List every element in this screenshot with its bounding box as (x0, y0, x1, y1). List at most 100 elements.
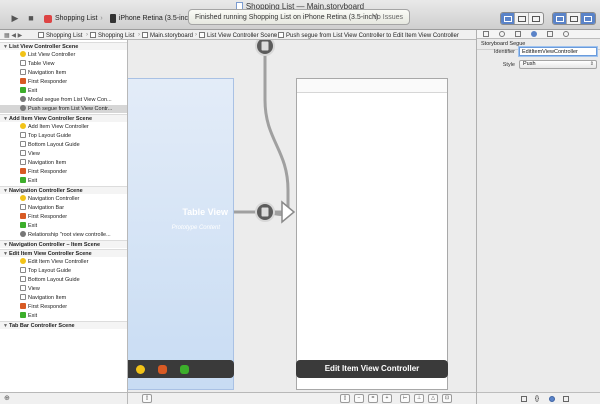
jumpbar-item-project[interactable]: Shopping List (38, 32, 82, 39)
resolve-issues-icon[interactable]: △ (428, 394, 438, 403)
scheme-name: Shopping List (55, 15, 98, 22)
jumpbar-item-group[interactable]: Shopping List (90, 32, 134, 39)
outline-item-row[interactable]: Bottom Layout Guide (0, 141, 127, 149)
outline-row-label: Exit (28, 313, 38, 319)
stop-button[interactable]: ■ (24, 12, 38, 24)
outline-scene-row[interactable]: ▼Tab Bar Controller Scene (0, 321, 127, 329)
style-value: Push (523, 61, 536, 67)
issues-count[interactable]: No Issues (372, 14, 403, 21)
storyboard-canvas[interactable]: Table View Prototype Content Edit Item V… (128, 40, 476, 392)
outline-item-row[interactable]: Exit (0, 222, 127, 230)
outline-scene-row[interactable]: ▼Navigation Controller – Item Scene (0, 240, 127, 248)
outline-item-row[interactable]: Modal segue from List View Con... (0, 96, 127, 104)
outline-item-row[interactable]: Table View (0, 60, 127, 68)
outline-item-row[interactable]: First Responder (0, 78, 127, 86)
outline-item-row[interactable]: Navigation Bar (0, 204, 127, 212)
connections-inspector-icon[interactable] (563, 31, 569, 37)
navigator-toggle-icon[interactable] (553, 13, 567, 24)
identifier-label: Identifier (493, 49, 515, 55)
zoom-in-icon[interactable]: + (382, 394, 392, 403)
exit-icon (20, 312, 26, 318)
view-object-icon (20, 141, 26, 147)
outline-item-row[interactable]: First Responder (0, 168, 127, 176)
chevron-right-icon: › (274, 32, 276, 38)
outline-row-label: Exit (28, 88, 38, 94)
outline-scene-row[interactable]: ▼List View Controller Scene (0, 42, 127, 50)
outline-item-row[interactable]: View (0, 150, 127, 158)
view-object-icon (20, 276, 26, 282)
zoom-out-icon[interactable]: − (354, 394, 364, 403)
outline-item-row[interactable]: Navigation Controller (0, 195, 127, 203)
editor-mode-segment[interactable] (500, 12, 544, 25)
chevron-right-icon: › (100, 15, 103, 22)
related-items-icon[interactable]: ▦ ◀ ▶ (4, 32, 22, 39)
view-controller-icon (20, 195, 26, 201)
segue-icon (20, 96, 26, 102)
outline-item-row[interactable]: Navigation Item (0, 69, 127, 77)
run-button[interactable]: ▶ (8, 12, 22, 24)
outline-item-row[interactable]: Navigation Item (0, 294, 127, 302)
first-responder-icon (20, 303, 26, 309)
form-factor-icon[interactable]: ▯ (340, 394, 350, 403)
outline-row-label: List View Controller Scene (9, 44, 79, 50)
outline-item-row[interactable]: Exit (0, 177, 127, 185)
outline-scene-row[interactable]: ▼Edit Item View Controller Scene (0, 249, 127, 257)
filter-icon[interactable]: ⊕ (4, 394, 10, 402)
outline-row-label: Navigation Controller (28, 196, 80, 202)
outline-item-row[interactable]: Add Item View Controller (0, 123, 127, 131)
resizing-icon[interactable]: ⊡ (442, 394, 452, 403)
outline-row-label: Navigation Controller – Item Scene (9, 242, 101, 248)
outline-item-row[interactable]: List View Controller (0, 51, 127, 59)
document-outline: ▼List View Controller Scene List View Con… (0, 40, 128, 392)
outline-item-row[interactable]: Navigation Item (0, 159, 127, 167)
utilities-toggle-icon[interactable] (581, 13, 595, 24)
media-library-icon[interactable] (563, 396, 569, 402)
outline-scene-row[interactable]: ▼Navigation Controller Scene (0, 186, 127, 194)
file-template-icon[interactable] (521, 396, 527, 402)
view-object-icon (20, 150, 26, 156)
pin-icon[interactable]: ⊥ (414, 394, 424, 403)
outline-row-label: Navigation Item (28, 160, 67, 166)
hide-outline-icon[interactable]: ▯ (142, 394, 152, 403)
segue-icon (20, 231, 26, 237)
outline-item-row[interactable]: First Responder (0, 213, 127, 221)
outline-item-row[interactable]: View (0, 285, 127, 293)
outline-item-row[interactable]: Relationship "root view controlle... (0, 231, 127, 239)
identity-inspector-icon[interactable] (515, 31, 521, 37)
outline-item-row[interactable]: Push segue from List View Contr... (0, 105, 127, 113)
standard-editor-icon[interactable] (501, 13, 515, 24)
outline-item-row[interactable]: Top Layout Guide (0, 132, 127, 140)
folder-icon (90, 32, 96, 38)
attributes-inspector-icon[interactable] (531, 31, 537, 37)
zoom-reset-icon[interactable]: = (368, 394, 378, 403)
object-library-icon[interactable] (549, 396, 555, 402)
outline-row-label: View (28, 286, 40, 292)
jumpbar-item-scene[interactable]: List View Controller Scene (199, 32, 277, 39)
assistant-editor-icon[interactable] (515, 13, 529, 24)
style-select[interactable]: Push ⇕ (519, 60, 597, 69)
size-inspector-icon[interactable] (547, 31, 553, 37)
outline-item-row[interactable]: Exit (0, 312, 127, 320)
version-editor-icon[interactable] (529, 13, 543, 24)
outline-item-row[interactable]: Top Layout Guide (0, 267, 127, 275)
segue-icon (278, 32, 284, 38)
outline-scene-row[interactable]: ▼Add Item View Controller Scene (0, 114, 127, 122)
outline-item-row[interactable]: Exit (0, 87, 127, 95)
code-snippet-icon[interactable]: {} (535, 396, 541, 402)
jumpbar-item-file[interactable]: Main.storyboard (142, 32, 193, 39)
jumpbar-item-segue[interactable]: Push segue from List View Controller to … (278, 32, 459, 39)
outline-item-row[interactable]: Bottom Layout Guide (0, 276, 127, 284)
outline-item-row[interactable]: First Responder (0, 303, 127, 311)
scheme-selector[interactable]: Shopping List › iPhone Retina (3.5-inch) (44, 12, 194, 25)
outline-row-label: Tab Bar Controller Scene (9, 323, 75, 329)
file-inspector-icon[interactable] (483, 31, 489, 37)
identifier-field[interactable] (519, 47, 597, 56)
modal-segue-line[interactable] (257, 40, 290, 217)
debug-area-toggle-icon[interactable] (567, 13, 581, 24)
outline-item-row[interactable]: Edit Item View Controller (0, 258, 127, 266)
quick-help-icon[interactable] (499, 31, 505, 37)
first-responder-icon (20, 78, 26, 84)
align-icon[interactable]: ⊢ (400, 394, 410, 403)
view-toggle-segment[interactable] (552, 12, 596, 25)
view-controller-icon (20, 258, 26, 264)
